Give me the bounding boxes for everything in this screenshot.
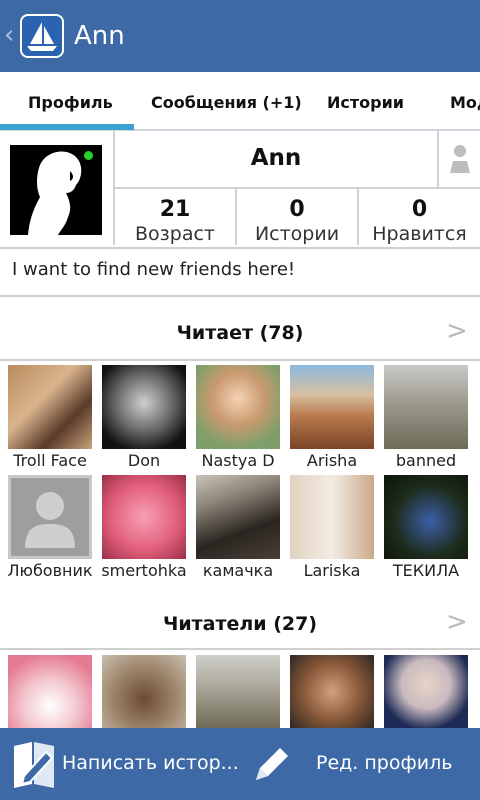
chevron-right-icon[interactable]: > (446, 607, 468, 637)
user-avatar[interactable] (102, 475, 186, 559)
person-icon (450, 145, 470, 173)
followers-title[interactable]: Читатели (27) (0, 613, 480, 635)
stat-stories-value: 0 (289, 197, 305, 222)
user-avatar[interactable] (196, 365, 280, 449)
page-title: Ann (74, 21, 125, 51)
back-chevron-icon[interactable]: ‹ (4, 20, 14, 50)
user-name[interactable]: smertohka (97, 561, 191, 580)
user-avatar[interactable] (384, 655, 468, 728)
write-story-icon[interactable] (10, 738, 60, 790)
user-name[interactable]: Troll Face (3, 451, 97, 470)
divider (0, 648, 480, 650)
stat-likes[interactable]: 0 Нравится (359, 189, 480, 245)
sailboat-logo-icon[interactable] (20, 14, 64, 58)
user-avatar[interactable] (384, 365, 468, 449)
user-name[interactable]: ТЕКИЛА (379, 561, 473, 580)
tab-moderation[interactable]: Мод (450, 72, 480, 130)
stat-age-value: 21 (159, 197, 191, 222)
stat-likes-label: Нравится (372, 223, 467, 245)
person-placeholder-icon (25, 492, 75, 548)
stat-age-label: Возраст (135, 223, 215, 245)
status-message: I want to find new friends here! (12, 259, 296, 280)
chevron-right-icon[interactable]: > (446, 316, 468, 346)
user-avatar[interactable] (290, 365, 374, 449)
avatar-container (0, 131, 115, 245)
online-indicator (84, 151, 93, 160)
user-avatar[interactable] (8, 365, 92, 449)
user-name[interactable]: Lariska (285, 561, 379, 580)
stat-stories-label: Истории (254, 223, 340, 245)
tab-profile[interactable]: Профиль (28, 72, 113, 130)
user-avatar[interactable] (290, 475, 374, 559)
user-name[interactable]: Arisha (285, 451, 379, 470)
user-name[interactable]: камачка (191, 561, 285, 580)
contact-button[interactable] (437, 131, 480, 189)
tab-bar: Профиль Сообщения (+1) Истории Мод (0, 72, 480, 130)
stat-stories[interactable]: 0 Истории (237, 189, 357, 245)
divider (0, 295, 480, 297)
user-name[interactable]: Don (97, 451, 191, 470)
active-tab-indicator (0, 124, 134, 130)
user-avatar[interactable] (196, 475, 280, 559)
user-name[interactable]: Nastya D (191, 451, 285, 470)
divider (0, 359, 480, 361)
stat-likes-value: 0 (411, 197, 428, 222)
user-avatar[interactable] (102, 655, 186, 728)
user-avatar[interactable] (102, 365, 186, 449)
user-avatar[interactable] (290, 655, 374, 728)
pencil-icon[interactable] (250, 742, 294, 786)
app-header: ‹ Ann (0, 0, 480, 72)
profile-name: Ann (250, 145, 302, 171)
user-avatar[interactable] (8, 655, 92, 728)
user-avatar[interactable] (384, 475, 468, 559)
following-title[interactable]: Читает (78) (0, 322, 480, 344)
profile-card: Ann 21 Возраст 0 Истории 0 Нравится (0, 131, 480, 249)
write-story-button[interactable]: Написать истор... (62, 752, 239, 774)
avatar[interactable] (10, 145, 102, 235)
user-name[interactable]: Любовник (3, 561, 97, 580)
default-avatar[interactable] (8, 475, 92, 559)
user-avatar[interactable] (196, 655, 280, 728)
edit-profile-button[interactable]: Ред. профиль (316, 752, 452, 774)
bottom-action-bar: Написать истор... Ред. профиль (0, 728, 480, 800)
tab-messages[interactable]: Сообщения (+1) (151, 72, 302, 130)
stat-age: 21 Возраст (115, 189, 235, 245)
user-name[interactable]: banned (379, 451, 473, 470)
tab-stories[interactable]: Истории (327, 72, 404, 130)
name-row: Ann (115, 131, 437, 189)
